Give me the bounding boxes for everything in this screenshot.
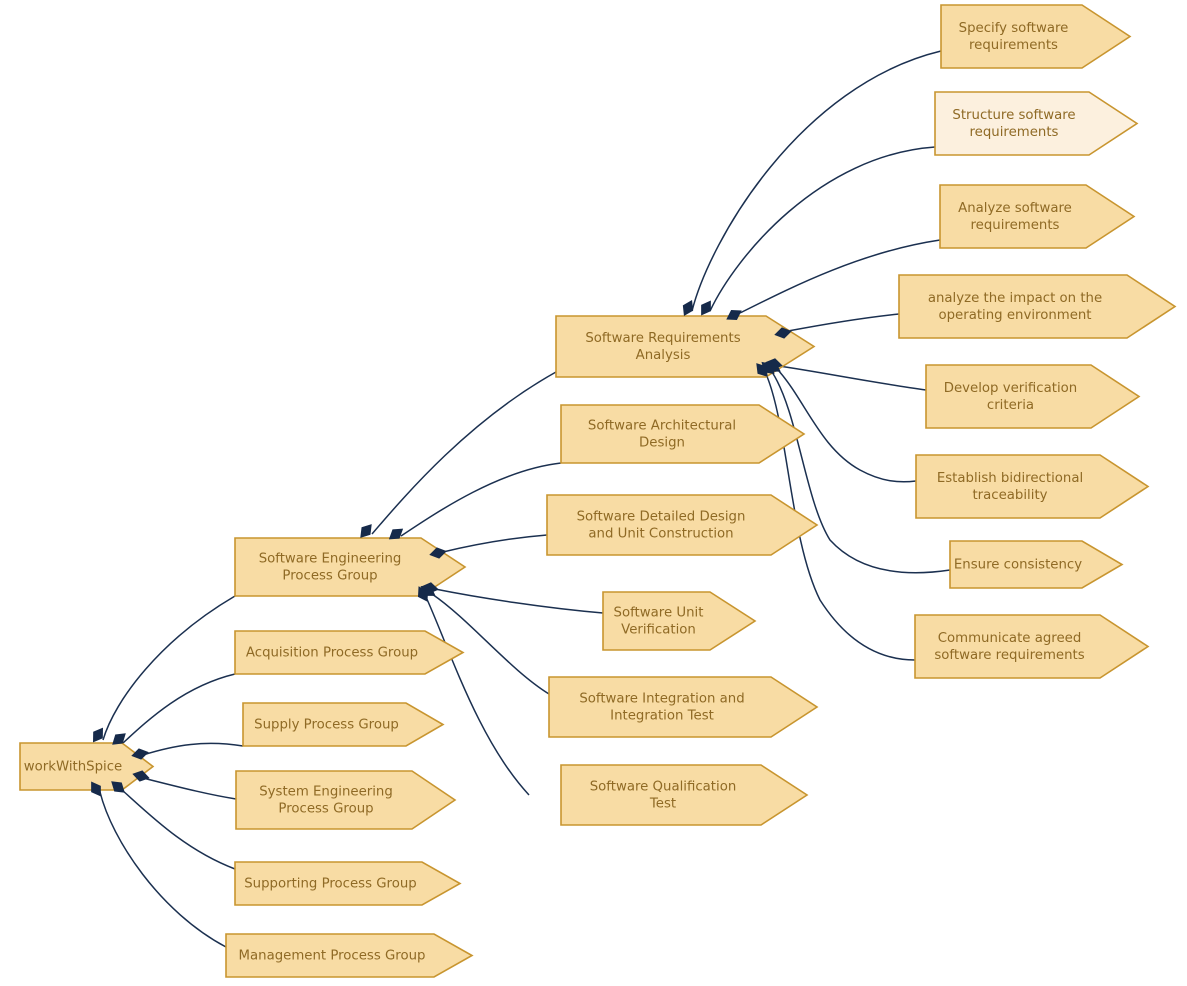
node-systemEngineeringProcessGroup[interactable]: System Engineering Process Group — [235, 770, 457, 830]
edge-workWithSpice-to-supplyProcessGroup — [142, 742, 244, 756]
node-ensureConsistency[interactable]: Ensure consistency — [949, 540, 1124, 589]
node-label-analyzeImpactOperatingEnvironment: operating environment — [938, 308, 1091, 323]
node-label-softwareIntegrationAndIntegrationTest: Integration Test — [610, 709, 714, 724]
node-label-supportingProcessGroup: Supporting Process Group — [244, 877, 417, 892]
node-softwareUnitVerification[interactable]: Software Unit Verification — [602, 591, 757, 651]
node-supplyProcessGroup[interactable]: Supply Process Group — [242, 702, 445, 747]
node-establishBidirectionalTraceability[interactable]: Establish bidirectional traceability — [915, 454, 1150, 519]
node-label-managementProcessGroup: Management Process Group — [239, 949, 426, 964]
node-softwareDetailedDesignAndUnitConstruction[interactable]: Software Detailed Design and Unit Constru… — [546, 494, 819, 556]
node-shape-softwareDetailedDesignAndUnitConstruction — [546, 494, 819, 556]
node-label-softwareRequirementsAnalysis: Analysis — [636, 348, 691, 363]
node-structureSoftwareRequirements[interactable]: Structure software requirements — [934, 91, 1139, 156]
edges-layer — [99, 50, 951, 948]
edge-softwareEngineeringProcessGroup-to-softwareRequirementsAnalysis — [371, 371, 557, 535]
node-label-systemEngineeringProcessGroup: System Engineering — [259, 785, 393, 800]
edge-softwareEngineeringProcessGroup-to-softwareQualificationTest — [425, 596, 530, 796]
node-softwareIntegrationAndIntegrationTest[interactable]: Software Integration and Integration Test — [548, 676, 819, 738]
edge-softwareEngineeringProcessGroup-to-softwareUnitVerification — [434, 588, 604, 614]
node-label-establishBidirectionalTraceability: traceability — [972, 488, 1047, 503]
node-workWithSpice[interactable]: workWithSpice — [19, 742, 155, 791]
node-softwareArchitecturalDesign[interactable]: Software Architectural Design — [560, 404, 806, 464]
node-label-softwareUnitVerification: Software Unit — [614, 606, 704, 621]
node-shape-communicateAgreedSoftwareRequirements — [914, 614, 1150, 679]
node-label-workWithSpice: workWithSpice — [24, 760, 122, 775]
node-label-specifySoftwareRequirements: Specify software — [959, 21, 1069, 36]
node-shape-softwareArchitecturalDesign — [560, 404, 806, 464]
node-label-ensureConsistency: Ensure consistency — [954, 558, 1082, 573]
edge-workWithSpice-to-acquisitionProcessGroup — [122, 673, 236, 744]
edge-softwareRequirementsAnalysis-to-specifySoftwareRequirements — [691, 50, 942, 312]
edge-workWithSpice-to-systemEngineeringProcessGroup — [142, 777, 237, 800]
node-supportingProcessGroup[interactable]: Supporting Process Group — [234, 861, 462, 906]
node-label-developVerificationCriteria: criteria — [987, 398, 1034, 413]
node-label-developVerificationCriteria: Develop verification — [944, 381, 1077, 396]
node-shape-analyzeSoftwareRequirements — [939, 184, 1136, 249]
node-label-specifySoftwareRequirements: requirements — [969, 38, 1058, 53]
node-label-acquisitionProcessGroup: Acquisition Process Group — [246, 646, 418, 661]
node-label-communicateAgreedSoftwareRequirements: software requirements — [934, 648, 1084, 663]
node-developVerificationCriteria[interactable]: Develop verification criteria — [925, 364, 1141, 429]
node-label-analyzeSoftwareRequirements: Analyze software — [958, 201, 1072, 216]
node-label-softwareQualificationTest: Test — [649, 797, 676, 812]
node-label-structureSoftwareRequirements: requirements — [970, 125, 1059, 140]
node-softwareQualificationTest[interactable]: Software Qualification Test — [560, 764, 809, 826]
node-label-structureSoftwareRequirements: Structure software — [952, 108, 1075, 123]
node-label-softwareArchitecturalDesign: Software Architectural — [588, 419, 736, 434]
edge-workWithSpice-to-softwareEngineeringProcessGroup — [102, 595, 236, 741]
node-shape-establishBidirectionalTraceability — [915, 454, 1150, 519]
node-shape-systemEngineeringProcessGroup — [235, 770, 457, 830]
edge-workWithSpice-to-managementProcessGroup — [99, 791, 227, 948]
edge-softwareRequirementsAnalysis-to-developVerificationCriteria — [778, 365, 927, 391]
nodes-layer: workWithSpice Software Engineering Process… — [19, 4, 1177, 978]
edge-workWithSpice-to-supportingProcessGroup — [121, 789, 236, 870]
node-label-analyzeImpactOperatingEnvironment: analyze the impact on the — [928, 291, 1102, 306]
node-specifySoftwareRequirements[interactable]: Specify software requirements — [940, 4, 1132, 69]
node-label-supplyProcessGroup: Supply Process Group — [254, 718, 399, 733]
node-label-softwareIntegrationAndIntegrationTest: Software Integration and — [579, 692, 744, 707]
node-label-softwareRequirementsAnalysis: Software Requirements — [585, 331, 740, 346]
node-analyzeSoftwareRequirements[interactable]: Analyze software requirements — [939, 184, 1136, 249]
node-communicateAgreedSoftwareRequirements[interactable]: Communicate agreed software requirements — [914, 614, 1150, 679]
node-label-systemEngineeringProcessGroup: Process Group — [278, 802, 373, 817]
node-label-analyzeSoftwareRequirements: requirements — [971, 218, 1060, 233]
node-label-softwareUnitVerification: Verification — [621, 623, 696, 638]
node-acquisitionProcessGroup[interactable]: Acquisition Process Group — [234, 630, 465, 675]
node-shape-softwareUnitVerification — [602, 591, 757, 651]
composition-diamond-icon — [682, 300, 694, 316]
node-shape-analyzeImpactOperatingEnvironment — [898, 274, 1177, 339]
node-analyzeImpactOperatingEnvironment[interactable]: analyze the impact on the operating envir… — [898, 274, 1177, 339]
edge-softwareRequirementsAnalysis-to-analyzeImpactOperatingEnvironment — [787, 313, 900, 332]
node-label-softwareEngineeringProcessGroup: Process Group — [282, 569, 377, 584]
node-shape-specifySoftwareRequirements — [940, 4, 1132, 69]
node-label-softwareEngineeringProcessGroup: Software Engineering — [259, 552, 402, 567]
node-shape-softwareQualificationTest — [560, 764, 809, 826]
edge-softwareRequirementsAnalysis-to-establishBidirectionalTraceability — [777, 369, 917, 483]
node-label-establishBidirectionalTraceability: Establish bidirectional — [937, 471, 1083, 486]
node-label-softwareArchitecturalDesign: Design — [639, 436, 685, 451]
edge-softwareEngineeringProcessGroup-to-softwareDetailedDesignAndUnitConstruction — [442, 534, 548, 553]
node-shape-softwareIntegrationAndIntegrationTest — [548, 676, 819, 738]
node-label-communicateAgreedSoftwareRequirements: Communicate agreed — [938, 631, 1082, 646]
edge-softwareEngineeringProcessGroup-to-softwareArchitecturalDesign — [400, 462, 562, 537]
node-label-softwareDetailedDesignAndUnitConstruction: Software Detailed Design — [577, 510, 746, 525]
node-shape-structureSoftwareRequirements — [934, 91, 1139, 156]
node-shape-developVerificationCriteria — [925, 364, 1141, 429]
process-group-diagram: workWithSpice Software Engineering Process… — [19, 4, 1177, 978]
node-managementProcessGroup[interactable]: Management Process Group — [225, 933, 474, 978]
node-label-softwareQualificationTest: Software Qualification — [590, 780, 737, 795]
node-label-softwareDetailedDesignAndUnitConstruction: and Unit Construction — [588, 527, 733, 542]
